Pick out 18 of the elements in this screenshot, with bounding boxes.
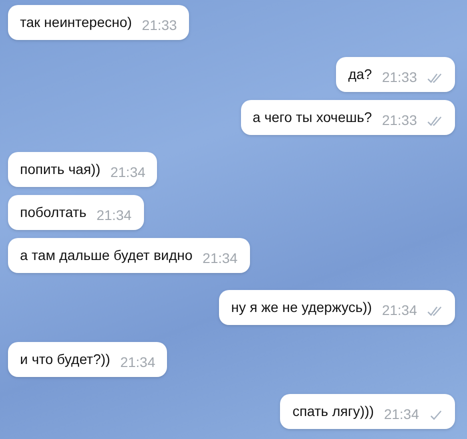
message-text: да? (348, 65, 372, 84)
message-time: 21:34 (382, 301, 417, 320)
message-text: и что будет?)) (20, 350, 110, 369)
message-text: спать лягу))) (292, 402, 374, 421)
message-time: 21:34 (384, 405, 419, 424)
message-time: 21:34 (110, 163, 146, 182)
message-time: 21:34 (96, 206, 132, 225)
message-text: так неинтересно) (20, 13, 132, 32)
message-time: 21:34 (202, 249, 238, 268)
message-time: 21:33 (382, 68, 417, 87)
message-time: 21:33 (142, 16, 177, 35)
message-text: а там дальше будет видно (20, 246, 193, 265)
message-text: попить чая)) (20, 160, 100, 179)
message-text: поболтать (20, 203, 86, 222)
message-text: а чего ты хочешь? (252, 108, 372, 127)
message-time: 21:34 (120, 353, 156, 372)
message-time: 21:33 (382, 111, 417, 130)
message-text: ну я же не удержусь)) (231, 298, 372, 317)
